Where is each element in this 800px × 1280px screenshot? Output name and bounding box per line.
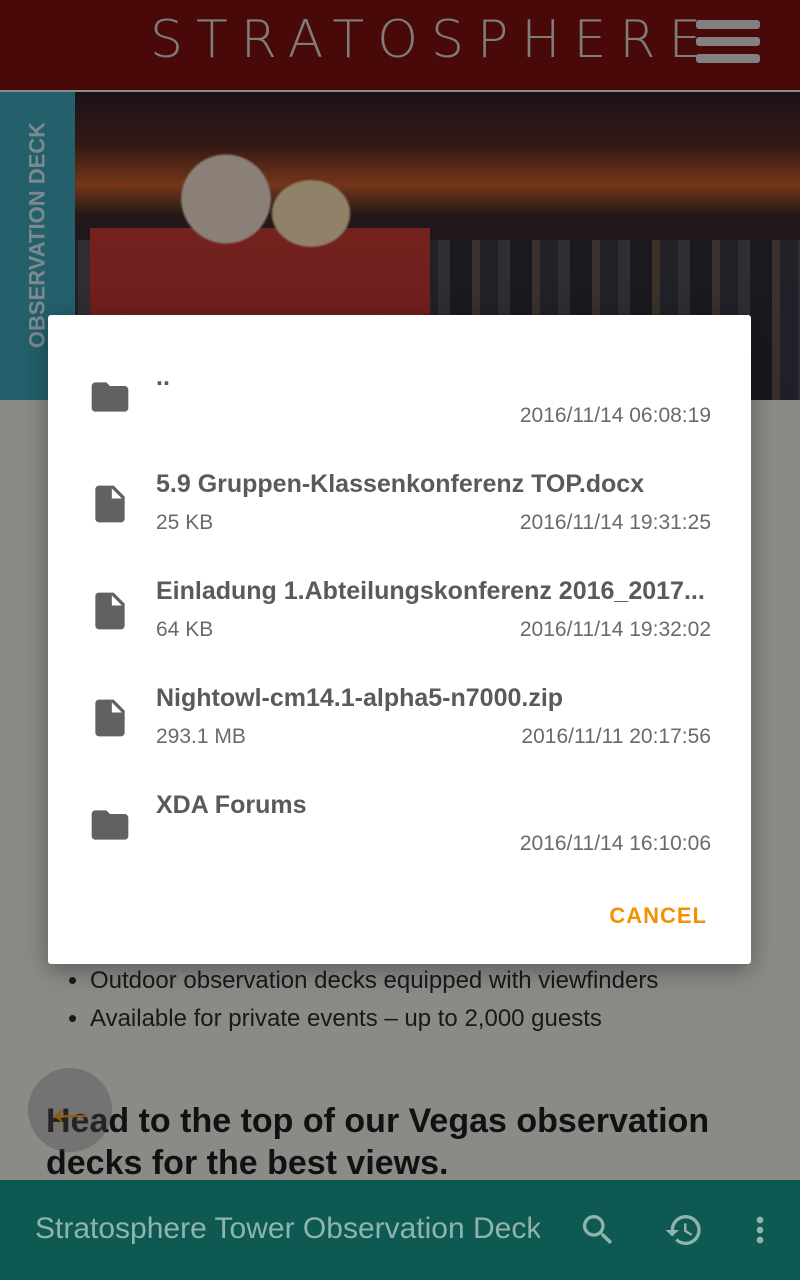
page-title[interactable]: Stratosphere Tower Observation Deck [35,1212,540,1246]
file-picker-dialog: .. 2016/11/14 06:08:19 5.9 Gruppen-Klass… [48,315,751,964]
cancel-button[interactable]: CANCEL [609,903,707,929]
file-date: 2016/11/14 19:32:02 [519,618,711,641]
file-icon [95,592,125,630]
file-name: Nightowl-cm14.1-alpha5-n7000.zip [156,684,564,712]
file-name: Einladung 1.Abteilungskonferenz 2016_201… [156,577,705,605]
list-item[interactable]: Einladung 1.Abteilungskonferenz 2016_201… [48,555,751,662]
bottom-toolbar: Stratosphere Tower Observation Deck [0,1180,800,1280]
file-icon [95,699,125,737]
list-item[interactable]: 5.9 Gruppen-Klassenkonferenz TOP.docx 25… [48,448,751,555]
file-size: 25 KB [156,511,214,534]
file-name: 5.9 Gruppen-Klassenkonferenz TOP.docx [156,470,645,498]
file-name: .. [156,363,170,391]
file-icon [95,485,125,523]
file-date: 2016/11/14 06:08:19 [519,404,711,427]
file-name: XDA Forums [156,791,307,819]
file-size: 64 KB [156,618,214,641]
file-date: 2016/11/14 16:10:06 [519,832,711,855]
history-icon[interactable] [664,1210,704,1250]
folder-icon [91,382,129,412]
list-item[interactable]: XDA Forums 2016/11/14 16:10:06 [48,769,751,876]
folder-icon [91,810,129,840]
more-vert-icon[interactable] [740,1210,780,1250]
search-icon[interactable] [578,1210,618,1250]
list-item[interactable]: Nightowl-cm14.1-alpha5-n7000.zip 293.1 M… [48,662,751,769]
file-size: 293.1 MB [156,725,246,748]
file-date: 2016/11/11 20:17:56 [521,725,711,748]
list-item[interactable]: .. 2016/11/14 06:08:19 [48,341,751,448]
file-date: 2016/11/14 19:31:25 [519,511,711,534]
